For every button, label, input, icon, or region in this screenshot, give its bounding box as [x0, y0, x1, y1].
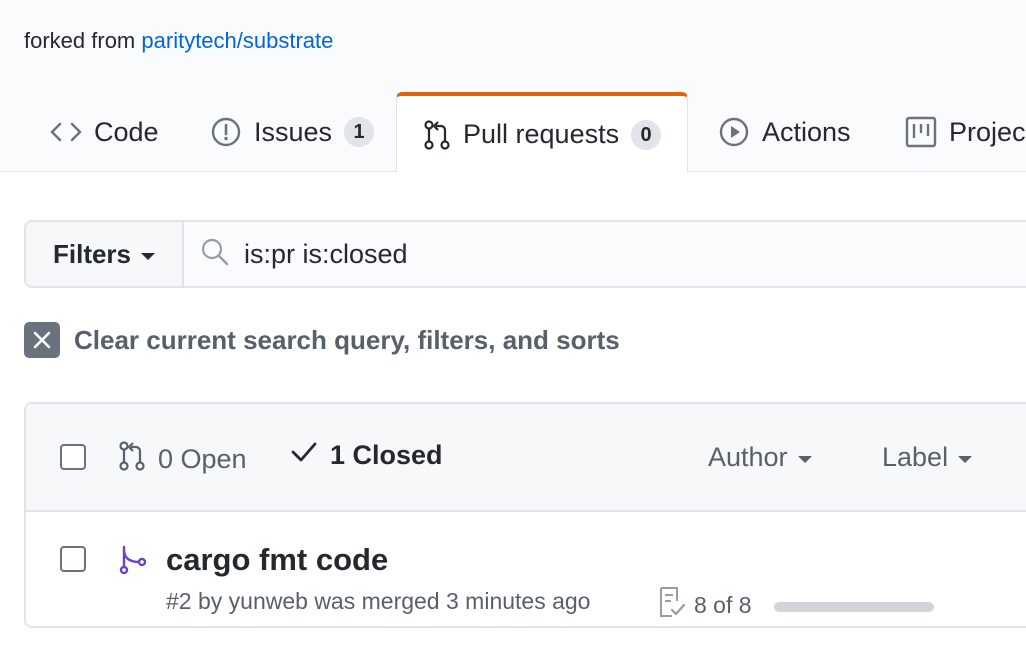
git-pull-request-icon	[423, 119, 451, 151]
project-icon	[905, 116, 937, 148]
tab-issues-label: Issues	[254, 116, 333, 147]
checks-progress-bar	[774, 602, 934, 612]
tab-projects-label: Projec	[949, 116, 1026, 147]
tab-actions[interactable]: Actions	[718, 92, 851, 172]
pull-request-title-link[interactable]: cargo fmt code	[166, 542, 388, 578]
filters-dropdown-button[interactable]: Filters	[24, 220, 184, 288]
search-input[interactable]	[244, 238, 944, 270]
chevron-down-icon	[141, 252, 156, 260]
forked-repo-link[interactable]: paritytech/substrate	[141, 28, 333, 53]
pull-request-checkbox[interactable]	[60, 546, 86, 572]
open-count-label: 0 Open	[158, 444, 247, 474]
tab-pull-requests[interactable]: Pull requests 0	[396, 92, 689, 173]
git-merge-icon	[118, 544, 148, 581]
tab-actions-label: Actions	[762, 116, 851, 147]
tab-code-label: Code	[94, 116, 159, 147]
issues-count-badge: 1	[344, 117, 375, 147]
closed-count-label: 1 Closed	[330, 440, 443, 470]
repo-nav-tabs: Code Issues 1 Pull requests 0 Actions Pr…	[0, 92, 1026, 173]
select-all-checkbox[interactable]	[60, 444, 86, 470]
tab-projects[interactable]: Projec	[905, 92, 1026, 172]
closed-filter-link[interactable]: 1 Closed	[290, 440, 443, 471]
code-icon	[50, 120, 82, 144]
pull-request-list: 0 Open 1 Closed Author Label cargo fmt c…	[24, 402, 1026, 628]
close-icon	[24, 322, 60, 358]
filter-bar: Filters	[24, 220, 1026, 288]
author-filter-dropdown[interactable]: Author	[708, 442, 812, 473]
label-filter-dropdown[interactable]: Label	[882, 442, 973, 473]
chevron-down-icon	[958, 456, 973, 463]
checks-status[interactable]: 8 of 8	[658, 586, 752, 624]
forked-from-text: forked from	[24, 28, 136, 53]
play-icon	[718, 116, 750, 148]
chevron-down-icon	[797, 456, 812, 463]
check-icon	[290, 440, 318, 471]
checks-progress-fill	[774, 602, 934, 612]
checklist-icon	[658, 586, 686, 624]
git-pull-request-icon	[118, 440, 146, 479]
tab-code[interactable]: Code	[50, 92, 159, 172]
tab-issues[interactable]: Issues 1	[210, 92, 375, 172]
pull-request-meta: #2 by yunweb was merged 3 minutes ago	[166, 588, 591, 614]
clear-filters-label: Clear current search query, filters, and…	[74, 324, 620, 355]
author-filter-label: Author	[708, 442, 788, 472]
repo-header: forked from paritytech/substrate Code Is…	[0, 0, 1026, 173]
clear-filters-link[interactable]: Clear current search query, filters, and…	[24, 322, 620, 358]
list-item: cargo fmt code #2 by yunweb was merged 3…	[26, 512, 1026, 626]
search-icon	[200, 237, 230, 272]
issue-opened-icon	[210, 116, 242, 148]
search-box[interactable]	[184, 220, 1026, 288]
label-filter-label: Label	[882, 442, 949, 472]
pull-requests-count-badge: 0	[631, 119, 662, 150]
forked-from-line: forked from paritytech/substrate	[24, 28, 333, 54]
list-header: 0 Open 1 Closed Author Label	[26, 404, 1026, 512]
tab-pull-requests-label: Pull requests	[463, 119, 620, 149]
filters-button-label: Filters	[52, 238, 132, 269]
checks-count-label: 8 of 8	[694, 591, 752, 618]
open-filter-link[interactable]: 0 Open	[118, 440, 247, 479]
